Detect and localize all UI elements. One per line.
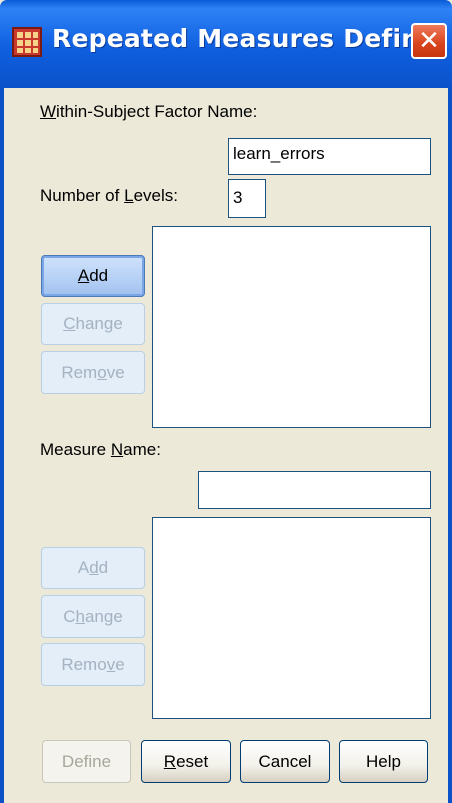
- cancel-button[interactable]: Cancel: [240, 740, 330, 783]
- measure-name-label: Measure Name:: [40, 440, 161, 459]
- help-button[interactable]: Help: [339, 740, 428, 783]
- measure-remove-button[interactable]: Remo v e: [41, 643, 145, 686]
- reset-button[interactable]: Reset: [141, 740, 231, 783]
- factor-name-input[interactable]: learn_errors: [228, 138, 431, 175]
- close-button[interactable]: ✕: [411, 23, 447, 59]
- factor-remove-button[interactable]: Rem o ve: [41, 351, 145, 394]
- factor-add-button[interactable]: Add: [41, 255, 145, 297]
- measure-list[interactable]: [152, 517, 431, 719]
- spss-grid-icon: [12, 27, 42, 57]
- factor-name-label: Within-Subject Factor Name:: [40, 102, 258, 121]
- levels-label: Number of Levels:: [40, 186, 178, 205]
- measure-name-input[interactable]: [198, 471, 431, 509]
- levels-input[interactable]: 3: [228, 179, 266, 218]
- factor-list[interactable]: [152, 226, 431, 428]
- define-button[interactable]: Define: [42, 740, 131, 783]
- factor-change-button[interactable]: Change: [41, 303, 145, 345]
- close-icon: ✕: [418, 26, 440, 56]
- window-title: Repeated Measures Defin...: [52, 24, 449, 53]
- measure-add-button[interactable]: Add: [41, 547, 145, 589]
- measure-change-button[interactable]: Ch ange: [41, 595, 145, 638]
- title-bar[interactable]: Repeated Measures Defin... ✕: [0, 0, 452, 88]
